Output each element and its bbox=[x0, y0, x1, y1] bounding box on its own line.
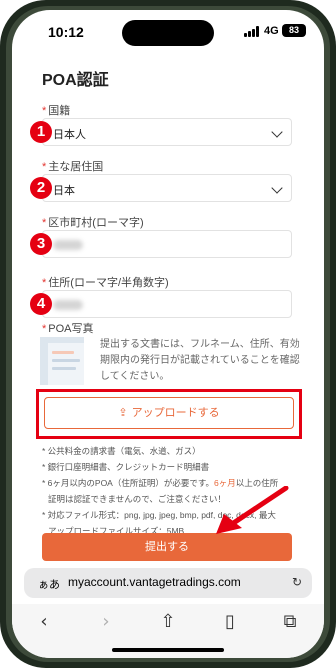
step-badge-4: 4 bbox=[30, 293, 52, 315]
browser-toolbar: ‹ › ⇧ ▯ ⧉ bbox=[12, 604, 324, 658]
signal-icon bbox=[244, 26, 260, 37]
url-text: myaccount.vantagetradings.com bbox=[68, 575, 241, 589]
upload-button[interactable]: ⇪ アップロードする bbox=[44, 397, 294, 429]
residence-value: 日本 bbox=[53, 185, 75, 197]
required-mark: * bbox=[42, 323, 47, 335]
submit-button[interactable]: 提出する bbox=[42, 533, 292, 561]
note-item: * 公共料金の請求書（電気、水道、ガス） bbox=[42, 446, 201, 456]
address-bar[interactable]: ぁあ myaccount.vantagetradings.com ↻ bbox=[24, 568, 312, 598]
nationality-select[interactable]: 日本人 bbox=[42, 118, 292, 146]
step-badge-3: 3 bbox=[30, 233, 52, 255]
poa-photo-label: * POA写真 bbox=[42, 323, 94, 335]
city-input[interactable] bbox=[42, 230, 292, 258]
note-item: * 銀行口座明細書、クレジットカード明細書 bbox=[42, 462, 210, 472]
chevron-down-icon bbox=[271, 182, 283, 194]
redacted-value bbox=[53, 240, 83, 250]
step-badge-2: 2 bbox=[30, 177, 52, 199]
dynamic-island bbox=[122, 20, 214, 46]
phone-frame: 10:12 4G 83 POA認証 * 国籍 日本人 1 * 主な居住国 日本 … bbox=[0, 0, 336, 668]
required-mark: * bbox=[42, 277, 47, 289]
upload-icon: ⇪ bbox=[118, 407, 128, 419]
page-title: POA認証 bbox=[42, 72, 109, 89]
status-bar: 10:12 4G 83 bbox=[12, 10, 324, 54]
poa-description: 提出する文書には、フルネーム、住所、有効期限内の発行日が記載されていることを確認… bbox=[100, 339, 300, 382]
address-input[interactable] bbox=[42, 290, 292, 318]
required-mark: * bbox=[42, 217, 47, 229]
tabs-icon[interactable]: ⧉ bbox=[278, 610, 302, 634]
nationality-value: 日本人 bbox=[53, 129, 86, 141]
chevron-down-icon bbox=[271, 126, 283, 138]
nationality-label: * 国籍 bbox=[42, 105, 71, 117]
phone-screen: 10:12 4G 83 POA認証 * 国籍 日本人 1 * 主な居住国 日本 … bbox=[12, 10, 324, 658]
required-mark: * bbox=[42, 161, 47, 173]
book-icon[interactable]: ▯ bbox=[218, 610, 242, 634]
step-badge-1: 1 bbox=[30, 121, 52, 143]
battery-icon: 83 bbox=[282, 24, 306, 37]
document-illustration bbox=[40, 337, 94, 385]
redacted-value bbox=[53, 300, 83, 310]
share-icon[interactable]: ⇧ bbox=[156, 610, 180, 634]
arrow-pointer-icon bbox=[216, 486, 289, 534]
address-label: * 住所(ローマ字/半角数字) bbox=[42, 277, 169, 289]
reload-icon[interactable]: ↻ bbox=[292, 575, 302, 589]
chevron-left-icon[interactable]: ‹ bbox=[32, 610, 56, 634]
network-type: 4G bbox=[264, 25, 279, 37]
status-time: 10:12 bbox=[48, 24, 84, 40]
chevron-right-icon[interactable]: › bbox=[94, 610, 118, 634]
required-mark: * bbox=[42, 105, 47, 117]
city-label: * 区市町村(ローマ字) bbox=[42, 217, 144, 229]
residence-label: * 主な居住国 bbox=[42, 161, 104, 173]
page-settings-button[interactable]: ぁあ bbox=[38, 576, 60, 592]
home-indicator bbox=[112, 648, 224, 652]
residence-select[interactable]: 日本 bbox=[42, 174, 292, 202]
